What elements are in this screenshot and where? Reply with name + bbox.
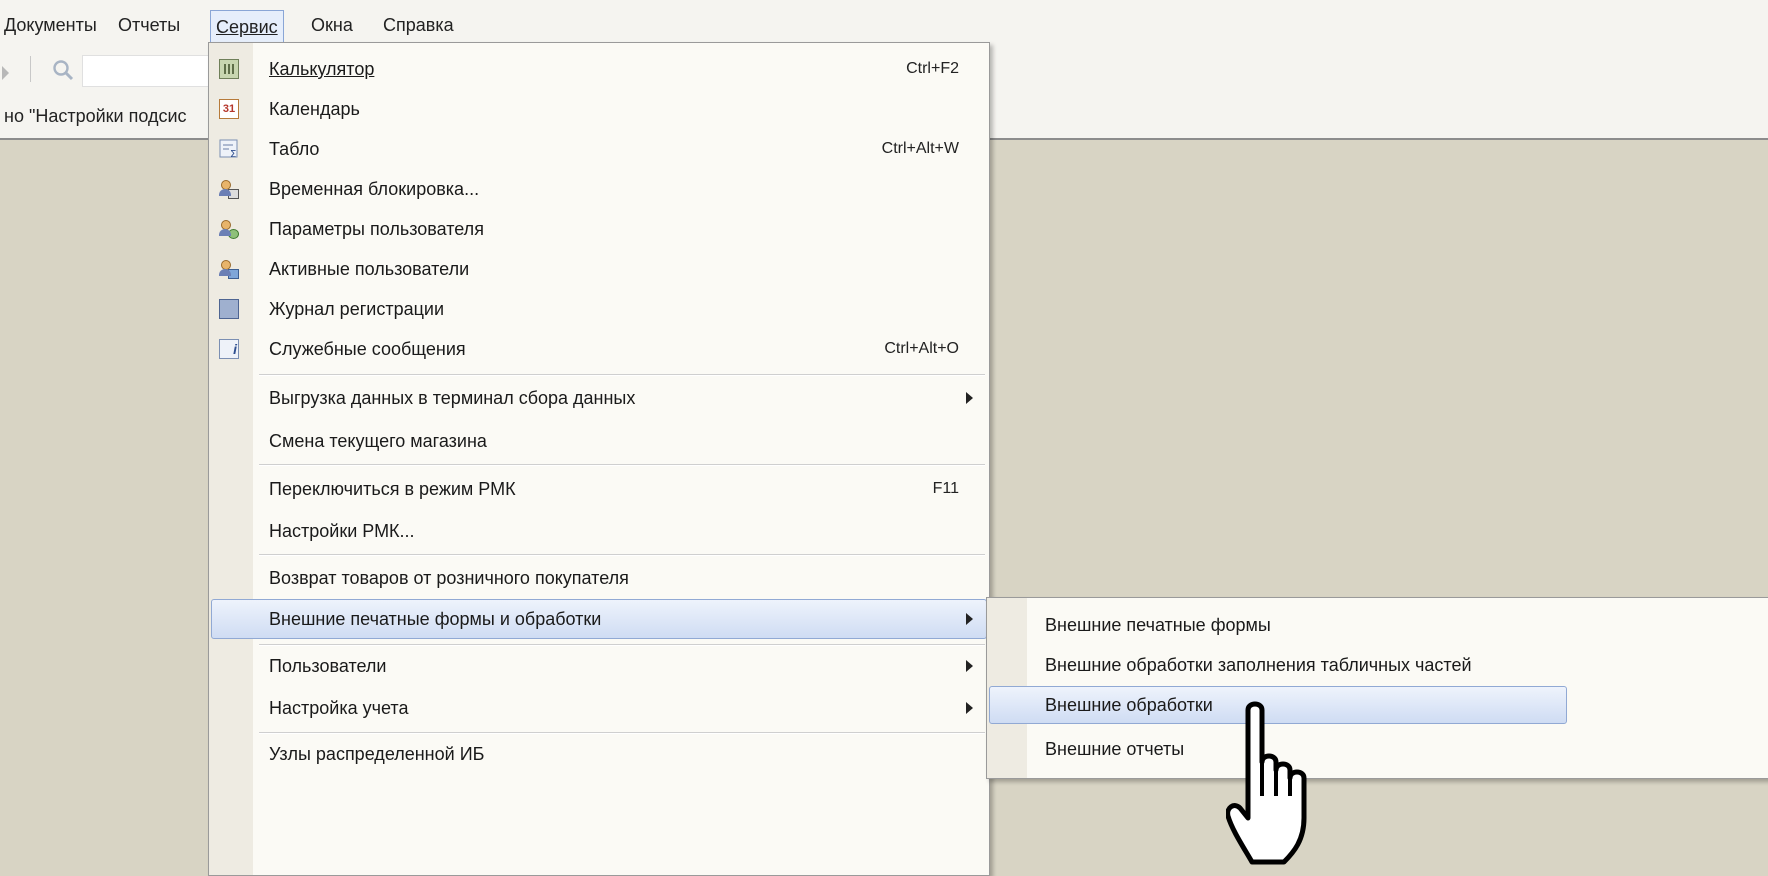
status-text: но "Настройки подсис	[4, 106, 187, 126]
menu-item-tablo[interactable]: Σ Табло Ctrl+Alt+W	[209, 129, 989, 169]
submenu-arrow-icon	[966, 613, 973, 625]
info-messages-icon: i	[219, 339, 239, 359]
calculator-icon	[219, 59, 239, 79]
menu-item-rmk-mode[interactable]: Переключиться в режим РМК F11	[209, 469, 989, 509]
menu-windows[interactable]: Окна	[311, 14, 353, 36]
menu-item-log[interactable]: Журнал регистрации	[209, 289, 989, 329]
menu-item-change-store[interactable]: Смена текущего магазина	[209, 421, 989, 461]
menu-item-active-users[interactable]: Активные пользователи	[209, 249, 989, 289]
menu-item-external-forms-label: Внешние печатные формы и обработки	[269, 609, 602, 629]
menu-item-user-params[interactable]: Параметры пользователя	[209, 209, 989, 249]
user-lock-icon	[219, 179, 239, 199]
menu-item-tablo-label: Табло	[269, 139, 320, 159]
tablo-icon: Σ	[219, 139, 238, 159]
submenu-item-external-fill-processing-label: Внешние обработки заполнения табличных ч…	[1045, 655, 1472, 675]
shortcut-calculator: Ctrl+F2	[906, 60, 959, 77]
svg-text:Σ: Σ	[230, 149, 236, 159]
lock-badge-icon	[228, 189, 239, 199]
menu-item-users-label: Пользователи	[269, 656, 387, 676]
menu-item-rmk-settings[interactable]: Настройки РМК...	[209, 511, 989, 551]
menu-help[interactable]: Справка	[383, 14, 454, 36]
settings-badge-icon	[228, 229, 239, 239]
menu-item-calculator[interactable]: Калькулятор Ctrl+F2	[209, 49, 989, 89]
service-menu: Калькулятор Ctrl+F2 31 Календарь Σ Табло…	[208, 42, 990, 876]
menu-item-distributed-nodes[interactable]: Узлы распределенной ИБ	[209, 734, 989, 774]
menu-item-log-label: Журнал регистрации	[269, 299, 445, 319]
menu-item-temp-lock-label: Временная блокировка...	[269, 179, 480, 199]
menu-documents[interactable]: Документы	[4, 14, 97, 36]
log-icon	[219, 299, 239, 319]
menu-item-rmk-settings-label: Настройки РМК...	[269, 521, 415, 541]
menu-separator	[259, 374, 985, 376]
submenu-item-external-print-forms[interactable]: Внешние печатные формы	[987, 604, 1768, 644]
menu-item-change-store-label: Смена текущего магазина	[269, 431, 487, 451]
toolbar-divider	[30, 56, 31, 82]
forward-arrow-icon[interactable]	[2, 66, 9, 80]
calendar-icon: 31	[219, 99, 239, 119]
shortcut-rmk-mode: F11	[932, 480, 959, 497]
menu-item-calculator-label: Калькулятор	[269, 59, 375, 79]
submenu-item-external-fill-processing[interactable]: Внешние обработки заполнения табличных ч…	[987, 644, 1768, 684]
submenu-arrow-icon	[966, 392, 973, 404]
menu-item-accounting-settings-label: Настройка учета	[269, 698, 409, 718]
monitor-badge-icon	[228, 269, 239, 279]
menu-item-users[interactable]: Пользователи	[209, 646, 989, 686]
menu-item-temp-lock[interactable]: Временная блокировка...	[209, 169, 989, 209]
menu-reports[interactable]: Отчеты	[118, 14, 180, 36]
active-users-icon	[219, 259, 239, 279]
menu-item-calendar[interactable]: 31 Календарь	[209, 89, 989, 129]
menu-item-active-users-label: Активные пользователи	[269, 259, 470, 279]
menu-item-service-messages-label: Служебные сообщения	[269, 339, 466, 359]
menu-separator	[259, 464, 985, 466]
menu-item-return-goods-label: Возврат товаров от розничного покупателя	[269, 568, 629, 588]
search-input[interactable]	[82, 55, 214, 87]
user-settings-icon	[219, 219, 239, 239]
menu-item-service-messages[interactable]: i Служебные сообщения Ctrl+Alt+O	[209, 329, 989, 369]
menu-item-external-forms[interactable]: Внешние печатные формы и обработки	[209, 599, 989, 639]
submenu-arrow-icon	[966, 660, 973, 672]
menu-separator	[259, 554, 985, 556]
shortcut-service-messages: Ctrl+Alt+O	[884, 340, 959, 357]
menu-item-distributed-nodes-label: Узлы распределенной ИБ	[269, 744, 485, 764]
menu-item-accounting-settings[interactable]: Настройка учета	[209, 688, 989, 728]
search-icon[interactable]	[52, 59, 74, 81]
menu-service-label: Сервис	[216, 17, 278, 37]
submenu-item-external-reports-label: Внешние отчеты	[1045, 739, 1185, 759]
menu-item-return-goods[interactable]: Возврат товаров от розничного покупателя	[209, 558, 989, 598]
submenu-item-external-reports[interactable]: Внешние отчеты	[987, 728, 1768, 768]
submenu-item-external-print-forms-label: Внешние печатные формы	[1045, 615, 1271, 635]
submenu-arrow-icon	[966, 702, 973, 714]
menu-item-rmk-mode-label: Переключиться в режим РМК	[269, 479, 516, 499]
menu-item-export-terminal[interactable]: Выгрузка данных в терминал сбора данных	[209, 378, 989, 418]
hand-cursor-icon	[1226, 701, 1307, 865]
menu-service[interactable]: Сервис	[210, 10, 284, 45]
shortcut-tablo: Ctrl+Alt+W	[881, 140, 959, 157]
submenu-item-external-processing[interactable]: Внешние обработки	[987, 686, 1768, 726]
menu-item-user-params-label: Параметры пользователя	[269, 219, 484, 239]
menu-item-export-terminal-label: Выгрузка данных в терминал сбора данных	[269, 388, 636, 408]
submenu-item-external-processing-label: Внешние обработки	[1045, 695, 1213, 715]
menu-item-calendar-label: Календарь	[269, 99, 360, 119]
external-forms-submenu: Внешние печатные формы Внешние обработки…	[986, 597, 1768, 779]
